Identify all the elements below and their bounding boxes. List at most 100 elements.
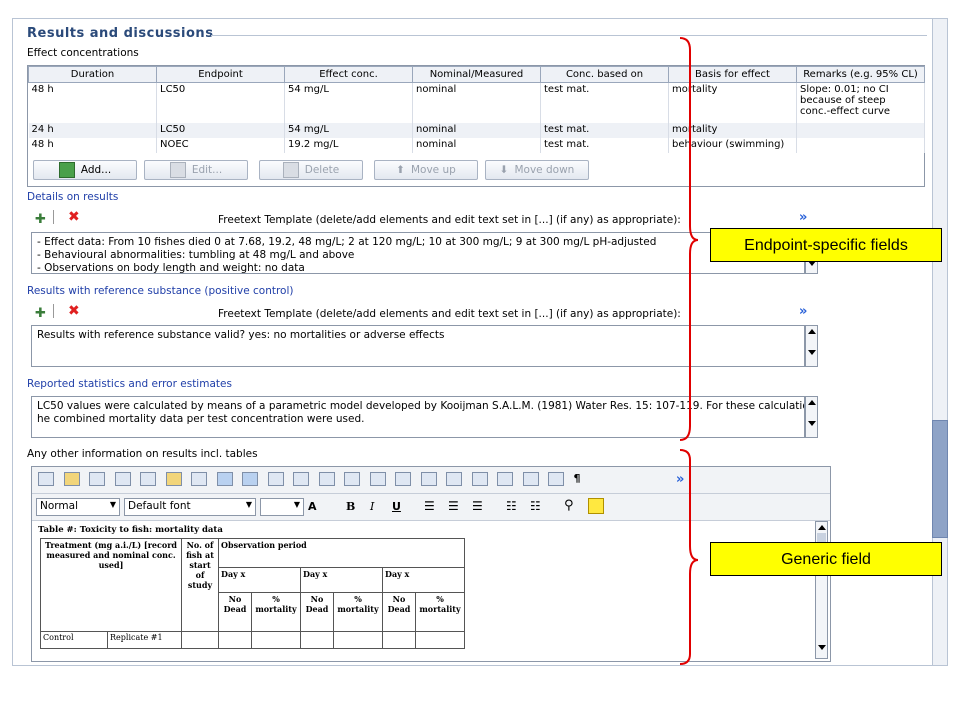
font-size-select[interactable]: ▼ <box>260 498 304 516</box>
undo-icon[interactable] <box>216 472 233 486</box>
split-cell-icon[interactable] <box>344 472 360 486</box>
cell: 19.2 mg/L <box>284 137 413 153</box>
expand-chevron-icon[interactable]: » <box>799 210 807 225</box>
scroll-up-icon[interactable] <box>807 329 816 334</box>
delete-x-icon[interactable]: ✖ <box>68 303 80 319</box>
cell: 48 h <box>28 82 157 123</box>
col-header-endpoint[interactable]: Endpoint <box>156 66 285 83</box>
merge-cells-icon[interactable] <box>369 472 386 486</box>
scroll-down-icon[interactable] <box>807 350 816 355</box>
observation-header: Observation period <box>218 538 465 568</box>
no-fish-header: No. of fish at start of study <box>181 538 219 632</box>
day-header: Day x <box>382 567 465 593</box>
endpoint-callout: Endpoint-specific fields <box>710 228 942 262</box>
underline-icon[interactable]: U <box>392 500 401 513</box>
bullet-list-icon[interactable]: ☷ <box>530 499 541 513</box>
table-row[interactable]: 48 h LC50 54 mg/L nominal test mat. mort… <box>28 82 925 123</box>
scroll-down-icon[interactable] <box>807 421 816 426</box>
font-size-up-icon[interactable]: A <box>308 500 317 513</box>
cell <box>796 137 925 153</box>
insert-row-icon[interactable] <box>267 472 284 486</box>
editor-toolbar: ¶ » <box>32 467 830 494</box>
image-icon[interactable] <box>522 472 539 486</box>
table-icon[interactable] <box>191 472 207 486</box>
frame-icon[interactable] <box>497 472 513 486</box>
scroll-down-icon[interactable] <box>817 645 826 650</box>
delete-icon <box>282 162 299 178</box>
reference-template-text: Freetext Template (delete/add elements a… <box>218 308 681 320</box>
highlight-icon[interactable] <box>588 498 604 514</box>
copy-icon[interactable] <box>114 472 131 486</box>
column-props-icon[interactable] <box>446 472 462 486</box>
scroll-up-icon[interactable] <box>817 525 826 530</box>
move-down-button[interactable]: ⬇ Move down <box>485 160 589 180</box>
bold-icon[interactable]: B <box>346 500 355 513</box>
redo-icon[interactable] <box>242 472 258 486</box>
font-select[interactable]: Default font ▼ <box>124 498 256 516</box>
cell: nominal <box>412 82 541 123</box>
add-icon <box>58 162 75 178</box>
table-header-row: Duration Endpoint Effect conc. Nominal/M… <box>28 66 925 83</box>
statistics-scrollbar[interactable] <box>805 396 818 438</box>
table-row[interactable]: 48 h NOEC 19.2 mg/L nominal test mat. be… <box>28 137 925 153</box>
pilcrow-icon[interactable]: ¶ <box>574 472 581 485</box>
statistics-label: Reported statistics and error estimates <box>27 378 232 390</box>
scroll-up-icon[interactable] <box>807 400 816 405</box>
edit-button[interactable]: Edit... <box>144 160 248 180</box>
col-header-duration[interactable]: Duration <box>28 66 157 83</box>
reference-scrollbar[interactable] <box>805 325 818 367</box>
cut-icon[interactable] <box>140 472 156 486</box>
cell: 24 h <box>28 122 157 138</box>
move-down-label: Move down <box>514 164 575 176</box>
format-toolbar: Normal ▼ Default font ▼ ▼ A B I U ☰ ☰ ☰ … <box>32 494 830 521</box>
cell: test mat. <box>540 82 669 123</box>
col-header-conc-based[interactable]: Conc. based on <box>540 66 669 83</box>
section-title: Results and discussions <box>27 26 214 41</box>
add-button[interactable]: Add... <box>33 160 137 180</box>
cell: NOEC <box>156 137 285 153</box>
cell: nominal <box>412 122 541 138</box>
col-header-nominal[interactable]: Nominal/Measured <box>412 66 541 83</box>
cell <box>796 122 925 138</box>
col-header-effect-conc[interactable]: Effect conc. <box>284 66 413 83</box>
insert-column-icon[interactable] <box>318 472 335 486</box>
numbered-list-icon[interactable]: ☷ <box>506 499 517 513</box>
dropdown-arrow-icon: ▼ <box>245 500 252 509</box>
cell: test mat. <box>540 137 669 153</box>
edit-button-label: Edit... <box>191 164 223 176</box>
generic-bracket <box>679 449 699 665</box>
print-icon[interactable] <box>89 472 105 486</box>
day-header: Day x <box>300 567 383 593</box>
grid-icon[interactable] <box>471 472 488 486</box>
move-up-button[interactable]: ⬆ Move up <box>374 160 478 180</box>
table-row[interactable]: Control Replicate #1 <box>40 631 465 649</box>
cell-props-icon[interactable] <box>420 472 437 486</box>
effect-conc-table: Duration Endpoint Effect conc. Nominal/M… <box>28 66 925 153</box>
mortality-table: Treatment (mg a.i./L) [record measured a… <box>40 538 465 649</box>
expand-chevron-icon[interactable]: » <box>799 304 807 319</box>
col-header-remarks[interactable]: Remarks (e.g. 95% CL) <box>796 66 925 83</box>
endpoint-bracket <box>679 37 699 441</box>
bracket-overlay <box>679 37 699 665</box>
delete-row-icon[interactable] <box>293 472 309 486</box>
puzzle-icon[interactable]: ✚ <box>35 212 46 227</box>
main-scroll-thumb[interactable] <box>932 420 948 538</box>
paste-icon[interactable] <box>165 472 182 486</box>
new-doc-icon[interactable] <box>38 472 54 486</box>
move-up-label: Move up <box>410 164 456 176</box>
table-row[interactable]: 24 h LC50 54 mg/L nominal test mat. mort… <box>28 122 925 138</box>
spellcheck-icon[interactable]: ⚲ <box>564 498 574 513</box>
style-select[interactable]: Normal ▼ <box>36 498 120 516</box>
align-right-icon[interactable]: ☰ <box>472 499 483 513</box>
align-center-icon[interactable]: ☰ <box>448 499 459 513</box>
puzzle-icon[interactable]: ✚ <box>35 306 46 321</box>
delete-x-icon[interactable]: ✖ <box>68 209 80 225</box>
italic-icon[interactable]: I <box>370 500 374 513</box>
open-folder-icon[interactable] <box>63 472 80 486</box>
table-props-icon[interactable] <box>395 472 411 486</box>
dropdown-arrow-icon: ▼ <box>109 500 116 509</box>
image-edit-icon[interactable] <box>548 472 564 486</box>
cell: 54 mg/L <box>284 122 413 138</box>
delete-button[interactable]: Delete <box>259 160 363 180</box>
align-left-icon[interactable]: ☰ <box>424 499 435 513</box>
